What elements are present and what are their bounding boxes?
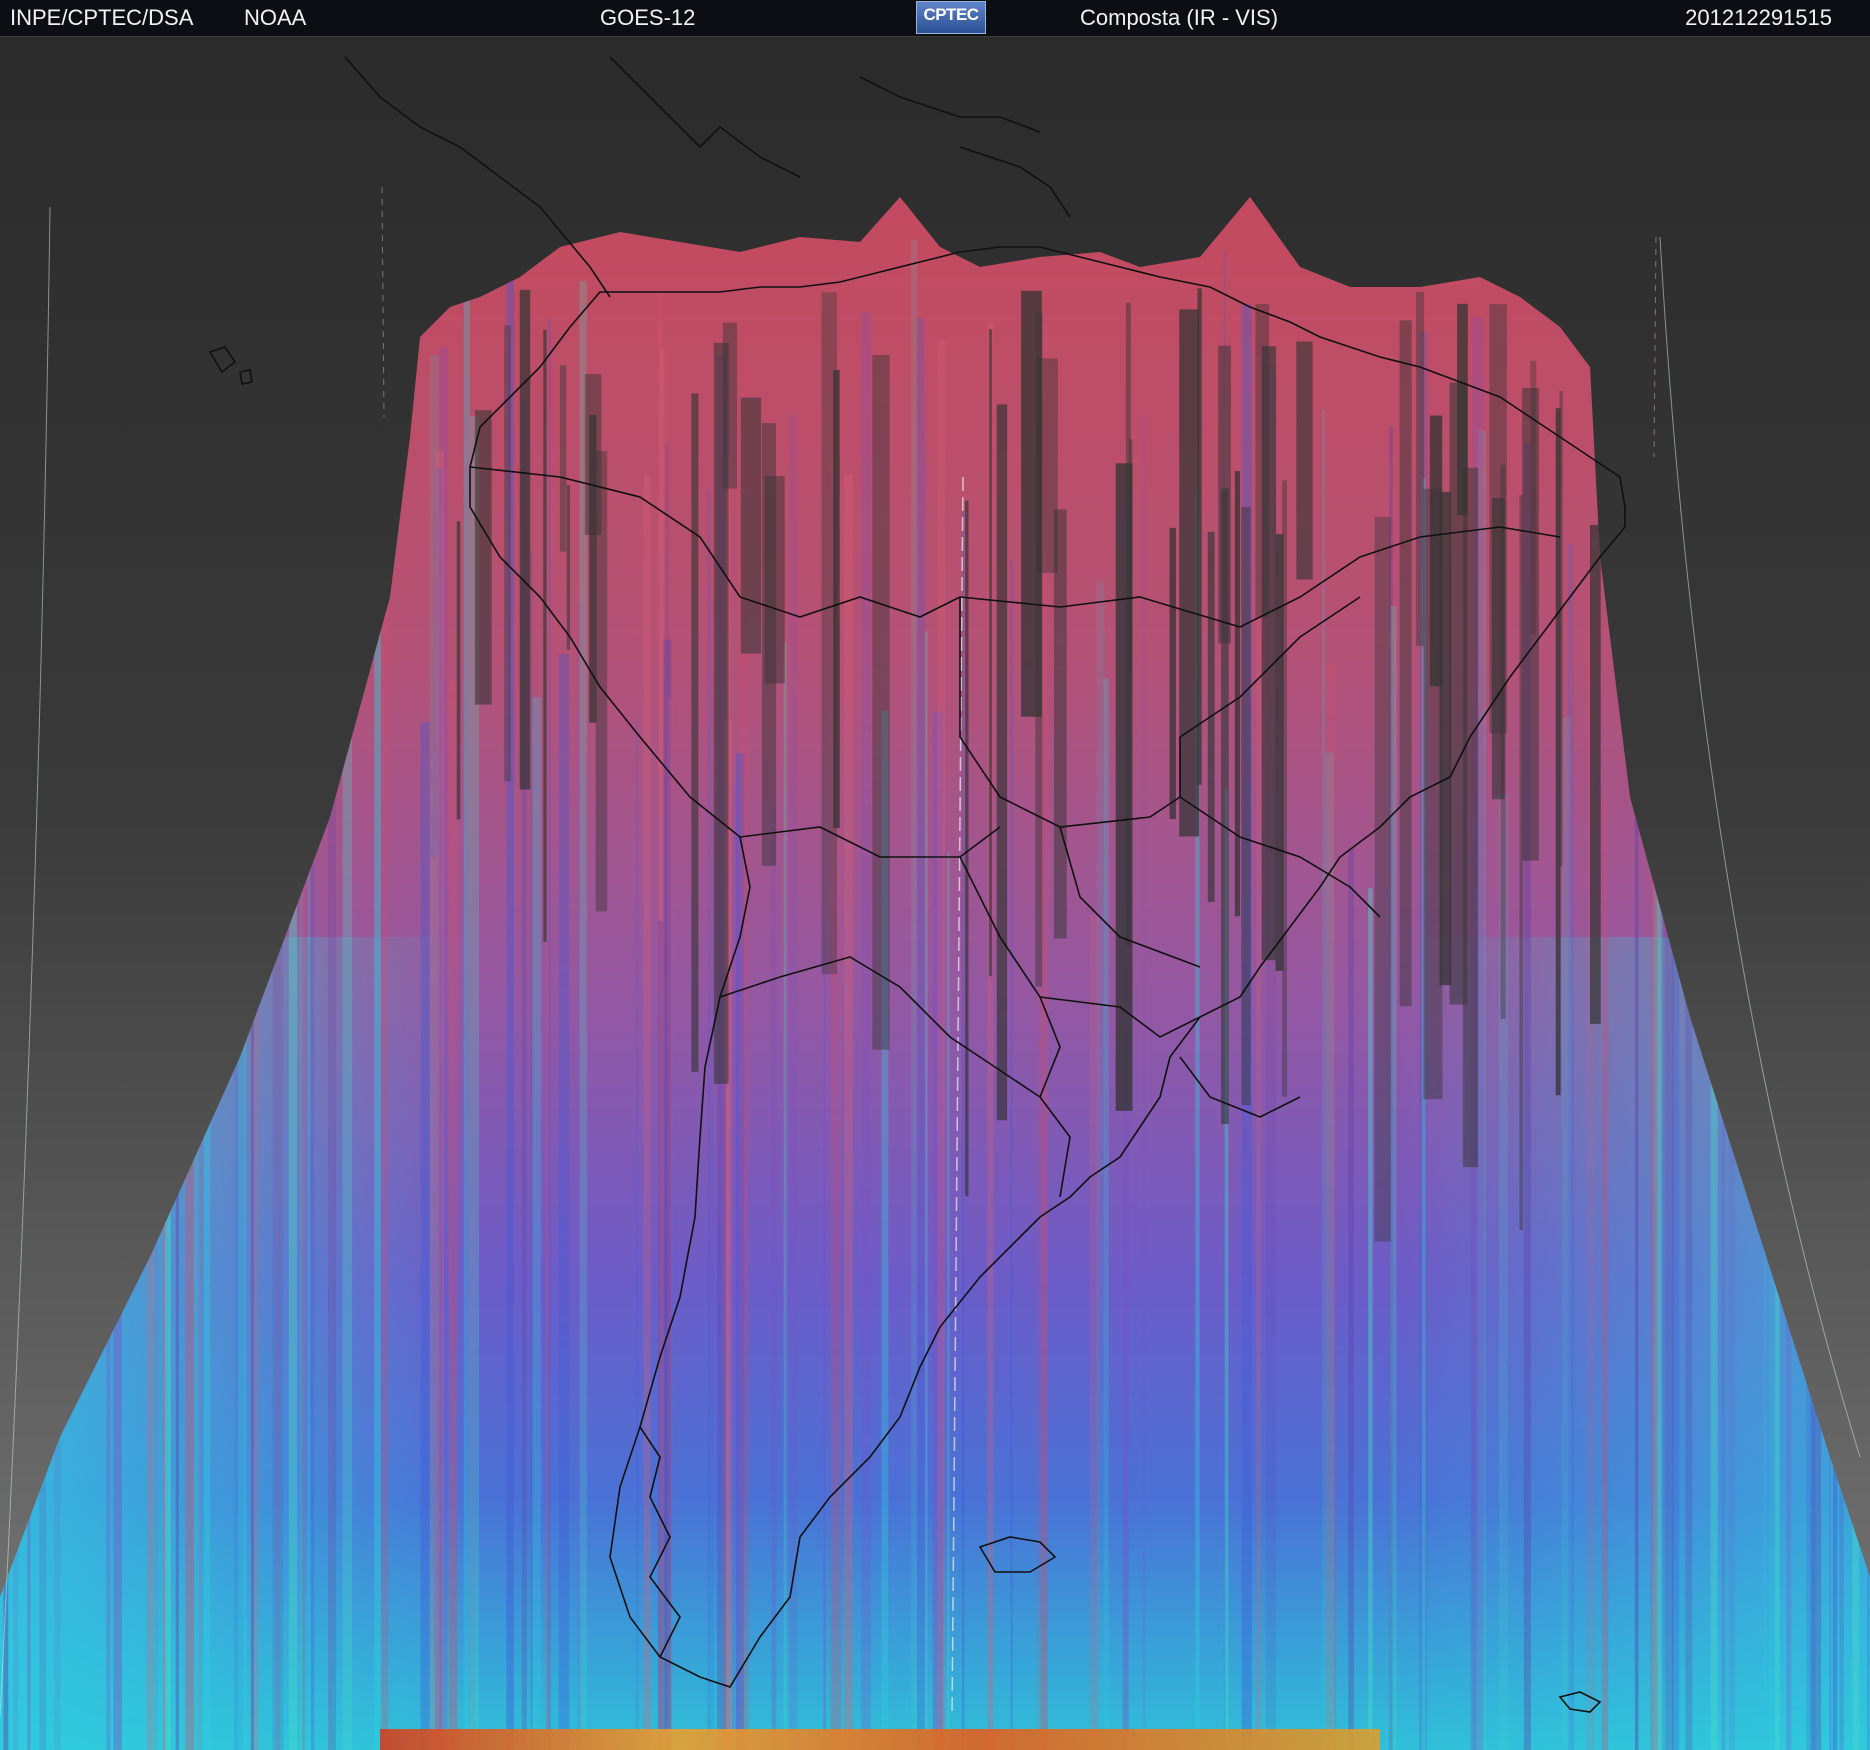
scan-stripe [463,283,471,1750]
scan-stripe [1368,888,1373,1750]
scan-stripe [917,317,925,1750]
scan-stripe [710,600,714,1750]
scan-stripe [1322,408,1325,1750]
satellite-label: GOES-12 [600,5,696,30]
scan-stripe [657,921,663,1750]
scan-stripe [635,718,639,1750]
clear-sky-gap [1169,527,1176,819]
product-label: Composta (IR - VIS) [1080,5,1279,30]
clear-sky-gap [566,484,571,650]
clear-sky-gap [761,423,777,866]
clear-sky-gap [559,365,567,552]
scan-stripe [823,917,826,1750]
clear-sky-gap [1296,341,1313,580]
scan-stripe [911,239,918,1750]
clear-sky-gap [713,342,729,1084]
clear-sky-gap [519,289,531,790]
clear-sky-gap [988,329,993,977]
clear-sky-gap [821,292,838,975]
clear-sky-gap [1053,509,1067,939]
scan-stripe [771,808,777,1750]
scan-stripe [643,475,651,1750]
clear-sky-gap [1555,408,1561,1096]
clear-sky-gap [1179,309,1200,837]
clear-sky-gap [474,410,492,705]
scan-stripe [1325,752,1335,1750]
organization-label: INPE/CPTEC/DSA [10,5,194,30]
scan-stripe [925,631,928,1750]
scan-stripe [448,680,458,1750]
scan-stripe [946,852,950,1750]
scan-stripe [374,457,381,1750]
scan-stripe [1601,795,1609,1750]
clear-sky-gap [691,393,699,1072]
scan-stripe [1142,414,1146,1750]
clear-sky-gap [1429,415,1443,687]
clear-sky-gap [1416,291,1425,646]
clear-sky-gap [1241,507,1251,1106]
clear-sky-gap [543,329,547,942]
clear-sky-gap [1489,304,1507,734]
clear-sky-gap [503,325,511,782]
scan-stripe [531,697,541,1750]
cptec-logo: CPTEC [916,1,986,34]
scan-stripe [1348,849,1354,1750]
clear-sky-gap [1399,320,1412,1007]
clear-sky-gap [1037,358,1058,574]
clear-sky-gap [1590,524,1601,1024]
scan-stripe [937,339,946,1750]
clear-sky-gap [872,355,890,1050]
scan-stripe [666,697,673,1750]
cptec-logo-text: CPTEC [923,5,979,24]
scan-stripe [861,311,871,1750]
clear-sky-gap [1282,480,1288,1097]
scan-stripe [1103,678,1109,1750]
clear-sky-gap [1374,516,1391,1242]
scan-stripe [429,857,438,1750]
scan-stripe [731,784,741,1750]
satellite-composite-map: (function(){ var g = document.getElement… [0,37,1870,1750]
clear-sky-gap [740,397,762,654]
hot-band [380,1729,1380,1750]
clear-sky-gap [1197,288,1202,785]
scan-stripe [962,509,965,1750]
clear-sky-gap [456,521,461,820]
agency-label: NOAA [244,5,307,30]
scan-stripe [558,653,570,1750]
clear-sky-gap [1255,304,1270,618]
timestamp-label: 201212291515 [1685,5,1832,30]
scan-stripe [530,552,533,1750]
scan-stripe [299,808,303,1750]
clear-sky-gap [1234,471,1240,917]
clear-sky-gap [1522,387,1539,861]
scan-stripe [783,642,787,1750]
scan-stripe [707,489,711,1750]
clear-sky-gap [996,404,1008,1121]
scan-stripe [844,473,853,1750]
clear-sky-gap [1449,382,1468,1005]
scan-stripe [420,722,430,1750]
scan-stripe [1561,717,1571,1750]
header-bar: INPE/CPTEC/DSA NOAA GOES-12 CPTEC Compos… [0,0,1870,37]
clear-sky-gap [1220,488,1229,1125]
clear-sky-gap [965,500,969,1197]
scan-stripe [1089,914,1099,1750]
